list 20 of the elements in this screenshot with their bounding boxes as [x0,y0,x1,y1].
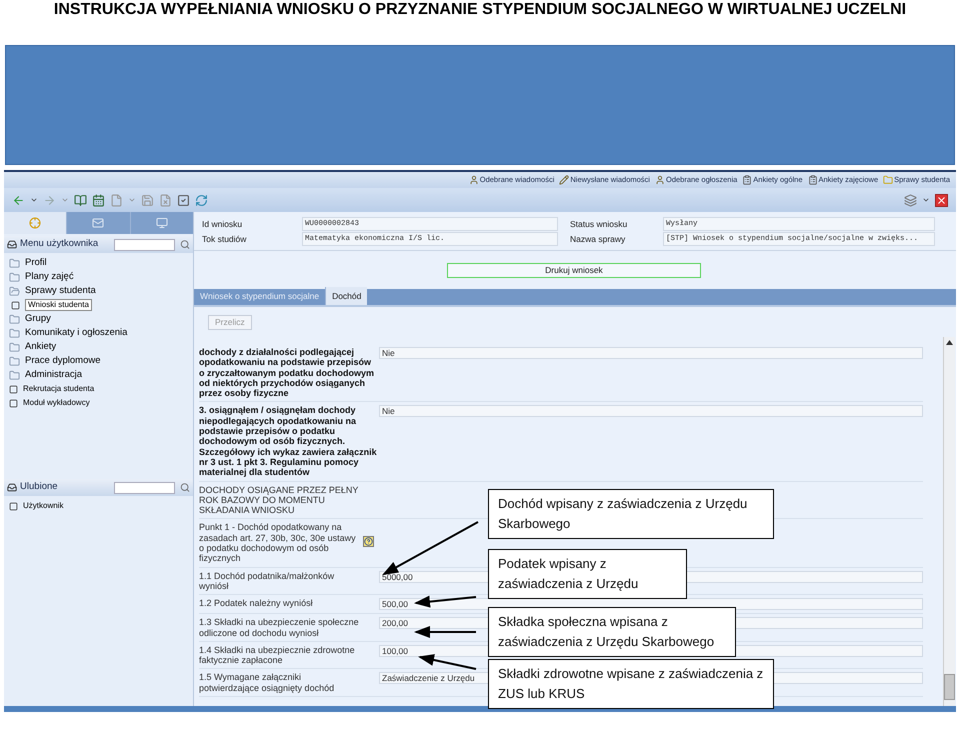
panel-title: Ulubione [20,480,59,494]
annotation-tooltip: Składka społeczna wpisana z zaświadczenia z Urzędu Skarbowego [488,607,736,657]
form-label: dochody z działalności podlegającej opodatkowaniu na podstawie przepisów o zryczałtowanym podatku dochodowym od niektórych przychodów osiąganych przez osoby fizyczne [199,347,376,398]
form-label: Punkt 1 - Dochód opodatkowany na zasadach art. 27, 30b, 30c, 30e ustawy o podatku dochodowym od osób fizycznych [199,522,357,564]
detail-label: Status wniosku [569,218,628,231]
document-title: INSTRUKCJA WYPEŁNIANIA WNIOSKU O PRZYZNANIE STYPENDIUM SOCJALNEGO W WIRTUALNEJ UCZELNI [52,0,908,20]
detail-label: Nazwa sprawy [569,233,626,246]
form-label: 3. osiągnąłem / osiągnęłam dochody niepodlegających opodatkowaniu na podstawie przepisów o podatku dochodowym od osób fizycznych. Szczegółowy ich wykaz zawiera załącznik nr 3 ust. 1 pkt 3. Regulaminu pomocy materialnej dla studentów [199,405,377,478]
form-label: 1.2 Podatek należny wyniósł [199,598,314,609]
annotation-tooltip: Składki zdrowotne wpisane z zaświadczenia z ZUS lub KRUS [488,659,774,709]
detail-label: Tok studiów [202,233,248,246]
form-label: 1.5 Wymagane załączniki potwierdzające osiągnięty dochód [199,672,336,694]
annotation-tooltip: Podatek wpisany z zaświadczenia z Urzędu [488,549,687,599]
form-label: 1.4 Składki na ubezpiecznie zdrowotne faktycznie zapłacone [199,644,356,666]
form-label: 1.3 Składki na ubezpieczenie społeczne odliczone od dochodu wyniosł [199,617,360,638]
panel-title: Menu użytkownika [20,237,100,252]
form-label: DOCHODY OSIĄGANE PRZEZ PEŁNY ROK BAZOWY DO MOMENTU SKŁADANIA WNIOSKU [199,484,360,516]
detail-label: Id wniosku [202,218,244,231]
annotation-tooltip: Dochód wpisany z zaświadczenia z Urzędu Skarbowego [488,489,774,539]
form-label: 1.1 Dochód podatnika/małżonków wyniósł [199,570,336,592]
